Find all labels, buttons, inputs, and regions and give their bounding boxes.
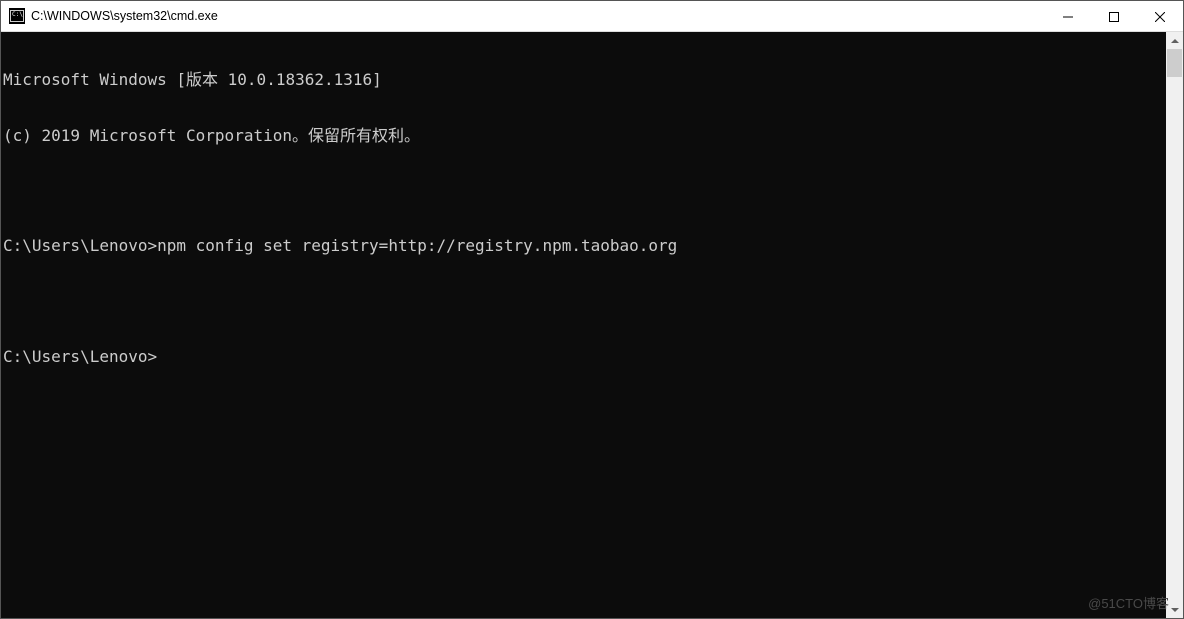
vertical-scrollbar[interactable] <box>1166 32 1183 618</box>
terminal-line: (c) 2019 Microsoft Corporation。保留所有权利。 <box>3 127 1166 146</box>
scrollbar-thumb[interactable] <box>1167 49 1182 77</box>
minimize-icon <box>1063 12 1073 22</box>
terminal-line: C:\Users\Lenovo>npm config set registry=… <box>3 237 1166 256</box>
client-area: Microsoft Windows [版本 10.0.18362.1316] (… <box>1 32 1183 618</box>
app-icon <box>9 8 25 24</box>
terminal-output[interactable]: Microsoft Windows [版本 10.0.18362.1316] (… <box>1 32 1166 618</box>
terminal-line: C:\Users\Lenovo> <box>3 348 1166 367</box>
terminal-line: Microsoft Windows [版本 10.0.18362.1316] <box>3 71 1166 90</box>
chevron-down-icon <box>1171 608 1179 612</box>
window-title: C:\WINDOWS\system32\cmd.exe <box>31 9 1045 23</box>
scroll-up-button[interactable] <box>1166 32 1183 49</box>
cmd-window: C:\WINDOWS\system32\cmd.exe Microsoft Wi… <box>0 0 1184 619</box>
window-controls <box>1045 1 1183 31</box>
minimize-button[interactable] <box>1045 1 1091 32</box>
close-button[interactable] <box>1137 1 1183 32</box>
terminal-line <box>3 182 1166 200</box>
titlebar[interactable]: C:\WINDOWS\system32\cmd.exe <box>1 1 1183 32</box>
chevron-up-icon <box>1171 39 1179 43</box>
close-icon <box>1155 12 1165 22</box>
terminal-line <box>3 293 1166 311</box>
maximize-button[interactable] <box>1091 1 1137 32</box>
maximize-icon <box>1109 12 1119 22</box>
scroll-down-button[interactable] <box>1166 601 1183 618</box>
